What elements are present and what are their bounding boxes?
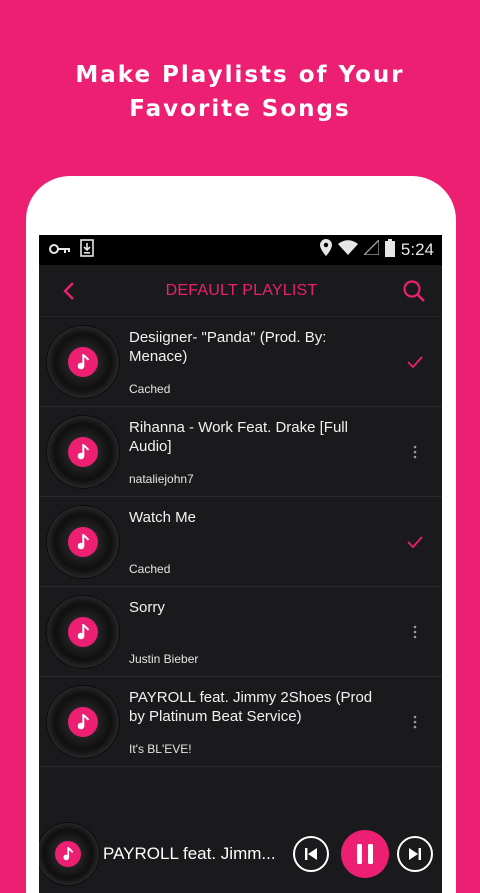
now-playing-bar[interactable]: PAYROLL feat. Jimm... [39,815,442,893]
song-title: PAYROLL feat. Jimmy 2Shoes (Prod by Plat… [129,688,373,725]
music-note-icon [77,623,90,639]
song-row[interactable]: Sorry Justin Bieber [39,587,442,677]
music-note-icon [77,713,90,729]
promo-line-2: Favorite Songs [129,96,351,122]
promo-headline: Make Playlists of Your Favorite Songs [0,58,480,126]
status-bar: 5:24 [39,235,442,265]
vinyl-disc-icon [47,325,119,398]
check-icon[interactable] [402,535,428,548]
location-icon [319,239,332,261]
search-icon[interactable] [400,277,428,305]
vinyl-disc-icon [47,415,119,488]
song-row[interactable]: Rihanna - Work Feat. Drake [Full Audio] … [39,407,442,497]
wifi-icon [337,240,358,260]
check-icon[interactable] [402,355,428,368]
song-info: Watch Me Cached [129,506,402,578]
song-title: Rihanna - Work Feat. Drake [Full Audio] [129,418,348,455]
battery-icon [384,238,395,262]
song-row[interactable]: PAYROLL feat. Jimmy 2Shoes (Prod by Plat… [39,677,442,767]
more-vert-icon[interactable] [402,445,428,459]
pause-icon[interactable] [341,830,389,878]
previous-icon[interactable] [293,836,329,872]
music-note-icon [63,847,74,861]
song-info: Rihanna - Work Feat. Drake [Full Audio] … [129,416,402,488]
song-info: Sorry Justin Bieber [129,596,402,668]
music-note-icon [77,443,90,459]
song-info: Desiigner- "Panda" (Prod. By: Menace) Ca… [129,326,402,398]
song-title: Sorry [129,598,165,616]
song-row[interactable]: Watch Me Cached [39,497,442,587]
app-bar: DEFAULT PLAYLIST [39,265,442,317]
song-title: Watch Me [129,508,196,526]
signal-icon [362,238,380,260]
vinyl-disc-icon [47,685,119,758]
song-subtitle: Cached [129,381,171,396]
music-note-icon [77,533,90,549]
song-subtitle: nataliejohn7 [129,471,194,486]
song-info: PAYROLL feat. Jimmy 2Shoes (Prod by Plat… [129,686,402,758]
song-subtitle: It's BL'EVE! [129,741,192,756]
music-note-icon [77,353,90,369]
page-title: DEFAULT PLAYLIST [165,281,318,299]
status-time: 5:24 [400,240,434,259]
phone-screen: 5:24 DEFAULT PLAYLIST Desiigner- "Panda"… [39,235,442,893]
more-vert-icon[interactable] [402,625,428,639]
vinyl-disc-icon [39,823,99,885]
song-title: Desiigner- "Panda" (Prod. By: Menace) [129,328,327,365]
key-icon [49,240,71,260]
vinyl-disc-icon [47,505,119,578]
next-icon[interactable] [397,836,433,872]
chevron-left-icon[interactable] [55,277,83,305]
download-icon [80,238,94,262]
promo-line-1: Make Playlists of Your [75,62,405,88]
song-subtitle: Cached [129,561,171,576]
song-subtitle: Justin Bieber [129,651,199,666]
more-vert-icon[interactable] [402,715,428,729]
vinyl-disc-icon [47,595,119,668]
now-playing-title[interactable]: PAYROLL feat. Jimm... [103,844,287,864]
song-row[interactable]: Desiigner- "Panda" (Prod. By: Menace) Ca… [39,317,442,407]
